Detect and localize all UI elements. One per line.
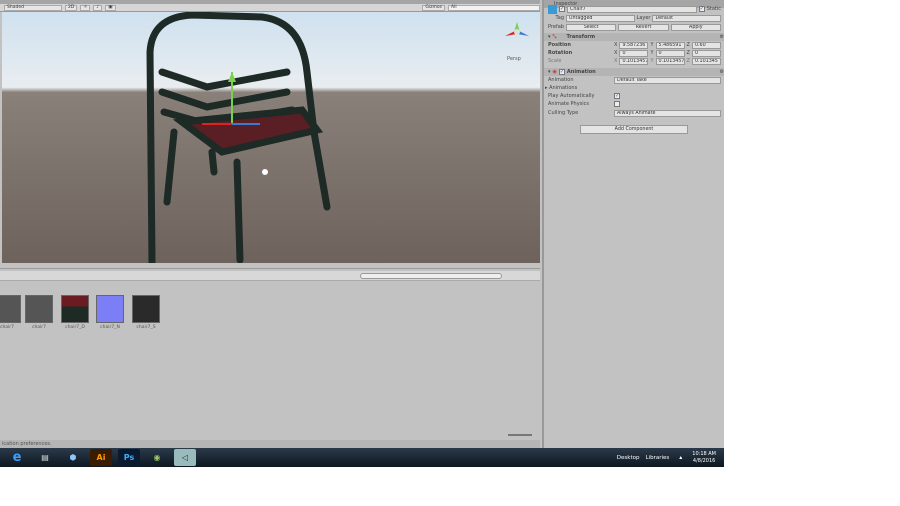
static-checkbox[interactable]: ✓	[699, 6, 705, 12]
position-z[interactable]: 0.60	[692, 42, 721, 49]
tray-arrow-icon[interactable]: ▴	[679, 454, 682, 461]
gameobject-cube-icon	[548, 5, 557, 14]
windows-taskbar: e ▤ ⬢ Ai Ps ◉ ◁ Desktop Libraries ▴ 10:1…	[0, 448, 724, 467]
static-label: Static	[707, 6, 721, 12]
tag-dropdown[interactable]: Untagged	[566, 15, 635, 22]
tag-label: Tag	[548, 15, 564, 21]
culling-type-label: Culling Type	[548, 110, 612, 116]
illustrator-icon[interactable]: Ai	[90, 449, 112, 466]
animation-title: Animation	[567, 69, 596, 75]
asset-label: chair7_N	[100, 325, 120, 330]
scene-search[interactable]: All	[448, 5, 540, 11]
2d-toggle[interactable]: 2D	[65, 5, 77, 11]
rotation-y[interactable]: 0	[656, 50, 685, 57]
rotation-label: Rotation	[548, 50, 612, 56]
cube-app-icon[interactable]: ⬢	[62, 449, 84, 466]
rotation-x[interactable]: 0	[619, 50, 648, 57]
prefab-select-button[interactable]: Select	[566, 24, 616, 31]
transform-title: Transform	[567, 34, 596, 40]
prefab-label: Prefab	[548, 24, 564, 30]
asset-label: chair7_D	[65, 325, 85, 330]
asset-item[interactable]: chair7	[0, 295, 22, 330]
project-search-input[interactable]	[360, 273, 502, 279]
gear-icon[interactable]: ⚙	[720, 69, 724, 75]
gizmos-dropdown[interactable]: Gizmos	[422, 5, 445, 11]
asset-item[interactable]: chair7_S	[131, 295, 161, 330]
persp-label: Persp	[507, 56, 521, 62]
asset-label: chair7	[32, 325, 46, 330]
play-automatically-checkbox[interactable]: ✓	[614, 93, 620, 99]
status-bar: ication preferences.	[0, 440, 540, 448]
scale-x[interactable]: 0.1013457	[619, 58, 648, 65]
asset-label: chair7	[0, 325, 14, 330]
add-component-button[interactable]: Add Component	[580, 125, 688, 134]
prefab-apply-button[interactable]: Apply	[671, 24, 721, 31]
scale-z[interactable]: 0.101345	[692, 58, 721, 65]
clock[interactable]: 10:18 AM4/8/2016	[692, 451, 716, 465]
lighting-toggle-icon[interactable]: ☼	[80, 5, 90, 11]
gear-icon[interactable]: ⚙	[720, 34, 724, 40]
chair-model[interactable]: Persp	[2, 12, 540, 263]
thumbnail-size-slider[interactable]	[508, 434, 532, 436]
culling-type-dropdown[interactable]: Always Animate	[614, 110, 721, 117]
scale-label: Scale	[548, 58, 612, 64]
animation-enabled-checkbox[interactable]: ✓	[559, 69, 565, 75]
unity-editor: Shaded 2D ☼ ♪ ▣ Gizmos All Persp In	[0, 0, 724, 448]
clock-time: 10:18 AM	[692, 451, 716, 457]
animation-header[interactable]: ▾ ◉✓Animation⚙	[544, 68, 724, 76]
scene-toolbar: Shaded 2D ☼ ♪ ▣ Gizmos All	[0, 4, 540, 12]
layer-dropdown[interactable]: Default	[652, 15, 721, 22]
animation-clip-field[interactable]: Default Take	[614, 77, 721, 84]
position-label: Position	[548, 42, 612, 48]
animation-label: Animation	[548, 77, 612, 83]
asset-item[interactable]: chair7_D	[60, 295, 90, 330]
inspector-panel: Inspector ✓ Chair7 ✓Static TagUntaggedLa…	[542, 0, 724, 448]
rotation-z[interactable]: 0	[692, 50, 721, 57]
scene-viewport[interactable]: Persp	[2, 12, 540, 263]
animate-physics-checkbox[interactable]	[614, 101, 620, 107]
file-manager-icon[interactable]: ▤	[34, 449, 56, 466]
clock-date: 4/8/2016	[693, 458, 715, 464]
position-x[interactable]: 9.587236	[619, 42, 648, 49]
layer-label: Layer	[637, 15, 651, 21]
play-automatically-label: Play Automatically	[548, 93, 612, 99]
animations-foldout[interactable]: ▸ Animations	[545, 85, 577, 91]
scene-gizmo	[505, 22, 529, 36]
object-name-input[interactable]: Chair7	[567, 6, 697, 13]
transform-header[interactable]: ▾ ⤡Transform⚙	[544, 33, 724, 41]
animations-label: Animations	[549, 85, 577, 91]
libraries-toolbar[interactable]: Libraries	[645, 455, 669, 461]
android-studio-icon[interactable]: ◉	[146, 449, 168, 466]
photoshop-icon[interactable]: Ps	[118, 449, 140, 466]
audio-toggle-icon[interactable]: ♪	[93, 5, 102, 11]
effects-dropdown-icon[interactable]: ▣	[105, 5, 115, 11]
shading-dropdown[interactable]: Shaded	[4, 5, 62, 11]
project-toolbar	[0, 271, 540, 281]
prefab-revert-button[interactable]: Revert	[618, 24, 668, 31]
asset-item[interactable]: chair7	[24, 295, 54, 330]
animate-physics-label: Animate Physics	[548, 101, 612, 107]
ie-icon[interactable]: e	[6, 449, 28, 466]
asset-item[interactable]: chair7_N	[95, 295, 125, 330]
unity-icon[interactable]: ◁	[174, 449, 196, 466]
scale-y[interactable]: 0.1013457	[656, 58, 685, 65]
desktop-toolbar[interactable]: Desktop	[617, 455, 640, 461]
active-checkbox[interactable]: ✓	[559, 6, 565, 12]
asset-label: chair7_S	[136, 325, 155, 330]
position-y[interactable]: 5.486591	[656, 42, 685, 49]
project-panel: chair7 chair7 chair7_D chair7_N chair7_S	[0, 268, 540, 440]
